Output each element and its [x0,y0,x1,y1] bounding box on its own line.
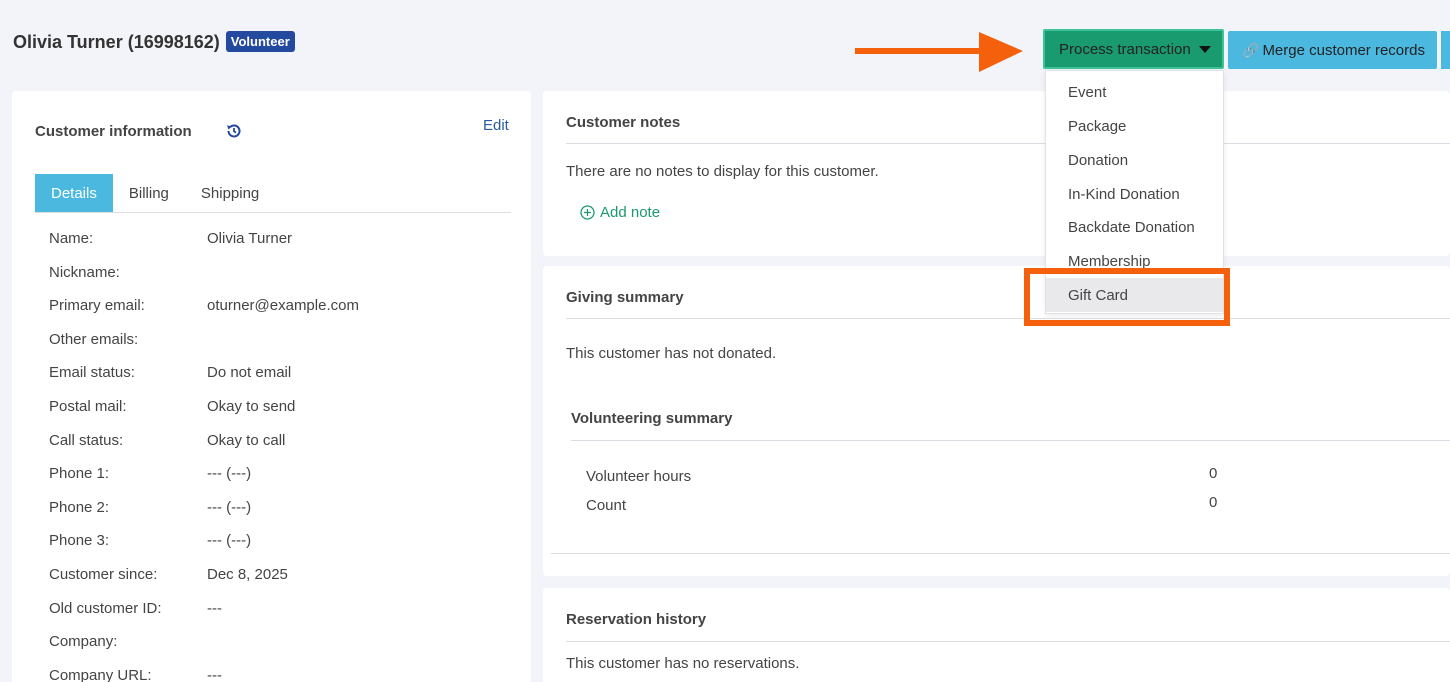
giving-summary-card: Giving summary This customer has not don… [543,266,1450,576]
add-note-button[interactable]: Add note [580,204,660,221]
volunteer-count-value: 0 [1209,494,1218,511]
reservation-empty-text: This customer has no reservations. [566,655,800,672]
field-label: Nickname: [49,263,120,281]
edit-link[interactable]: Edit [483,117,509,134]
process-transaction-button[interactable]: Process transaction [1043,29,1224,69]
menu-item-donation[interactable]: Donation [1046,143,1223,177]
field-label: Company: [49,633,118,651]
field-value: --- [207,599,222,617]
page-title: Olivia Turner (16998162) Volunteer [13,31,295,53]
field-value: Do not email [207,364,292,382]
field-label: Company URL: [49,666,152,682]
volunteer-hours-value: 0 [1209,465,1218,482]
field-label: Other emails: [49,330,139,348]
volunteering-divider [571,440,1450,441]
giving-summary-title: Giving summary [566,289,684,306]
field-label: Phone 1: [49,465,110,483]
volunteering-bottom-divider [551,553,1450,554]
field-value: --- (---) [207,498,252,516]
field-value: Dec 8, 2025 [207,565,288,583]
annotation-arrow-icon [855,32,1023,72]
field-value: --- (---) [207,532,252,550]
menu-item-backdate-donation[interactable]: Backdate Donation [1046,210,1223,244]
giving-divider [566,318,1450,319]
tab-billing[interactable]: Billing [113,174,185,212]
reservation-divider [566,641,1450,642]
caret-down-icon [1198,45,1211,53]
field-label: Customer since: [49,565,158,583]
field-label: Call status: [49,431,124,449]
field-label: Old customer ID: [49,599,162,617]
reservation-history-card: Reservation history This customer has no… [543,588,1450,682]
giving-empty-text: This customer has not donated. [566,345,777,362]
notes-divider [566,143,1450,144]
plus-circle-icon [580,205,595,220]
add-note-label: Add note [600,204,661,221]
field-value: Olivia Turner [207,230,293,247]
volunteering-summary-title: Volunteering summary [571,410,733,427]
volunteer-badge: Volunteer [225,31,295,52]
field-label: Primary email: [49,297,145,315]
menu-item-in-kind-donation[interactable]: In-Kind Donation [1046,177,1223,211]
volunteer-hours-label: Volunteer hours [586,468,692,485]
field-label: Phone 2: [49,498,110,516]
field-label: Email status: [49,364,135,382]
customer-info-tabs: Details Billing Shipping [35,174,275,212]
field-label: Phone 3: [49,532,110,550]
customer-notes-card: Customer notes There are no notes to dis… [543,91,1450,256]
annotation-highlight-box [1024,268,1230,326]
more-actions-button[interactable] [1441,31,1450,69]
field-value: oturner@example.com [207,297,359,315]
field-value: Okay to call [207,431,286,449]
menu-item-event[interactable]: Event [1046,75,1223,109]
customer-information-card: Customer information Edit Details Billin… [12,91,531,682]
customer-information-title: Customer information [35,123,192,140]
customer-notes-title: Customer notes [566,114,681,131]
link-icon: 🔗 [1242,41,1260,58]
reservation-history-title: Reservation history [566,611,707,628]
merge-customer-records-button[interactable]: 🔗 Merge customer records [1228,31,1437,69]
field-label: Postal mail: [49,397,127,415]
process-transaction-label: Process transaction [1059,40,1191,58]
customer-name-id: Olivia Turner (16998162) [13,32,220,52]
field-value: --- (---) [207,465,252,483]
tab-shipping[interactable]: Shipping [185,174,275,212]
volunteer-count-label: Count [586,497,627,514]
tab-details[interactable]: Details [35,174,113,212]
menu-item-package[interactable]: Package [1046,109,1223,143]
field-value: Okay to send [207,397,296,415]
tabs-divider [35,212,511,213]
history-icon[interactable] [225,122,243,140]
notes-empty-text: There are no notes to display for this c… [566,163,879,180]
field-label: Name: [49,230,94,247]
field-value: --- [207,666,222,682]
merge-button-label: Merge customer records [1262,41,1425,59]
